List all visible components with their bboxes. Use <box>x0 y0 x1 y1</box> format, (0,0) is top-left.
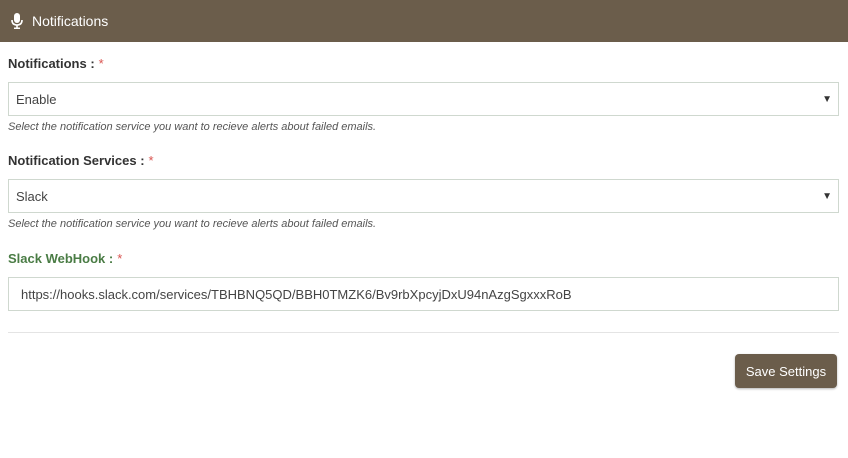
services-label: Notification Services : * <box>8 153 154 168</box>
microphone-icon <box>10 13 24 29</box>
dropdown-caret-icon: ▼ <box>822 190 832 202</box>
services-help: Select the notification service you want… <box>8 218 377 230</box>
required-marker: * <box>148 153 154 168</box>
panel-title: Notifications <box>32 13 109 29</box>
webhook-label: Slack WebHook : * <box>8 251 122 266</box>
services-select-value: Slack <box>16 188 48 204</box>
webhook-label-text: Slack WebHook : <box>8 251 114 266</box>
divider <box>8 332 839 333</box>
notifications-label: Notifications : * <box>8 56 104 71</box>
notifications-panel: Notifications Notifications : * Enable ▼ … <box>0 0 848 458</box>
required-marker: * <box>98 56 104 71</box>
notifications-select-value: Enable <box>16 91 57 107</box>
notifications-help: Select the notification service you want… <box>8 121 377 133</box>
save-settings-button[interactable]: Save Settings <box>735 354 837 388</box>
webhook-input-value: https://hooks.slack.com/services/TBHBNQ5… <box>21 286 572 302</box>
panel-header: Notifications <box>0 0 848 42</box>
dropdown-caret-icon: ▼ <box>822 93 832 105</box>
services-select[interactable]: Slack ▼ <box>8 179 839 213</box>
notifications-select[interactable]: Enable ▼ <box>8 82 839 116</box>
notifications-label-text: Notifications : <box>8 56 95 71</box>
services-label-text: Notification Services : <box>8 153 145 168</box>
webhook-input[interactable]: https://hooks.slack.com/services/TBHBNQ5… <box>8 277 839 311</box>
required-marker: * <box>117 251 123 266</box>
